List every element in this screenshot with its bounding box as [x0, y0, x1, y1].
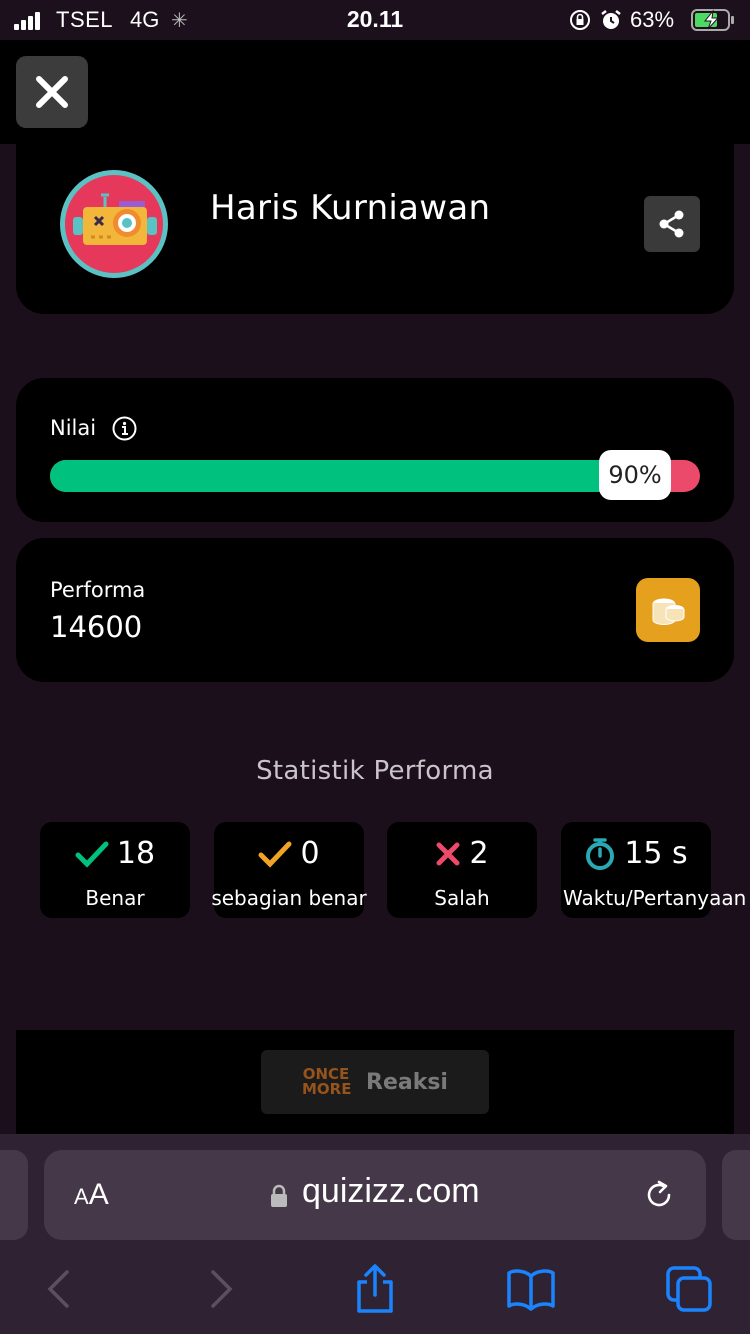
navigation-row [0, 1264, 750, 1314]
stat-label: Waktu/Pertanyaan [563, 886, 747, 910]
status-bar: TSEL 4G ✳ 20.11 63% [0, 0, 750, 40]
battery-percent: 63% [630, 7, 675, 32]
url-text: quizizz.com [302, 1172, 480, 1210]
close-icon [36, 76, 68, 108]
stat-value: 18 [116, 836, 156, 871]
stats-title: Statistik Performa [256, 756, 494, 786]
coins-button[interactable] [636, 578, 700, 642]
reaction-label: Reaksi [366, 1069, 448, 1095]
alarm-icon [601, 10, 621, 29]
player-name: Haris Kurniawan [210, 188, 491, 228]
stat-incorrect: 2 Salah [387, 822, 537, 918]
stat-value: 0 [300, 836, 320, 871]
reaction-button[interactable]: ONCE MORE Reaksi [261, 1050, 489, 1114]
stat-value: 2 [469, 836, 489, 871]
lock-icon [271, 1184, 287, 1207]
stat-label: Salah [434, 886, 490, 910]
performance-value: 14600 [50, 610, 143, 644]
stat-value: 15 s [624, 836, 688, 871]
performance-label: Performa [50, 578, 146, 602]
close-button[interactable] [16, 56, 88, 128]
score-percent-badge: 90% [599, 450, 671, 500]
once-more-logo: ONCE MORE [302, 1065, 352, 1098]
tabs-icon[interactable] [664, 1264, 714, 1314]
bookmarks-icon[interactable] [506, 1264, 556, 1314]
stat-time-per-question: 15 s Waktu/Pertanyaan [561, 822, 746, 918]
stat-partially-correct: 0 sebagian benar [211, 822, 367, 918]
forward-icon[interactable] [196, 1264, 246, 1314]
battery-charging-icon [691, 9, 734, 31]
profile-card: Haris Kurniawan [16, 130, 734, 314]
browser-toolbar: AA quizizz.com [0, 1134, 750, 1334]
score-label: Nilai [50, 416, 97, 440]
score-card: Nilai 90% [16, 378, 734, 522]
stat-label: Benar [85, 886, 145, 910]
share-icon [659, 210, 684, 238]
share-page-icon[interactable] [350, 1264, 400, 1314]
score-progress-fill [50, 460, 635, 492]
stopwatch-icon [586, 837, 615, 870]
share-button[interactable] [644, 196, 700, 252]
text-size-button[interactable]: AA [74, 1178, 109, 1212]
next-tab-preview[interactable] [722, 1150, 750, 1240]
performance-card: Performa 14600 [16, 538, 734, 682]
info-icon[interactable] [112, 416, 137, 441]
reaction-panel: ONCE MORE Reaksi [16, 1030, 734, 1134]
check-icon [258, 841, 292, 868]
top-bar [0, 40, 750, 144]
robot-avatar-icon [73, 193, 157, 245]
stat-correct: 18 Benar [40, 822, 190, 918]
rotation-lock-icon [570, 10, 590, 30]
cross-icon [436, 842, 460, 865]
coins-icon [652, 598, 685, 625]
address-bar[interactable]: AA quizizz.com [44, 1150, 706, 1240]
check-icon [75, 841, 109, 868]
stat-label: sebagian benar [211, 886, 367, 910]
back-icon[interactable] [34, 1264, 84, 1314]
avatar [60, 170, 168, 278]
reload-icon[interactable] [642, 1178, 676, 1212]
previous-tab-preview[interactable] [0, 1150, 28, 1240]
